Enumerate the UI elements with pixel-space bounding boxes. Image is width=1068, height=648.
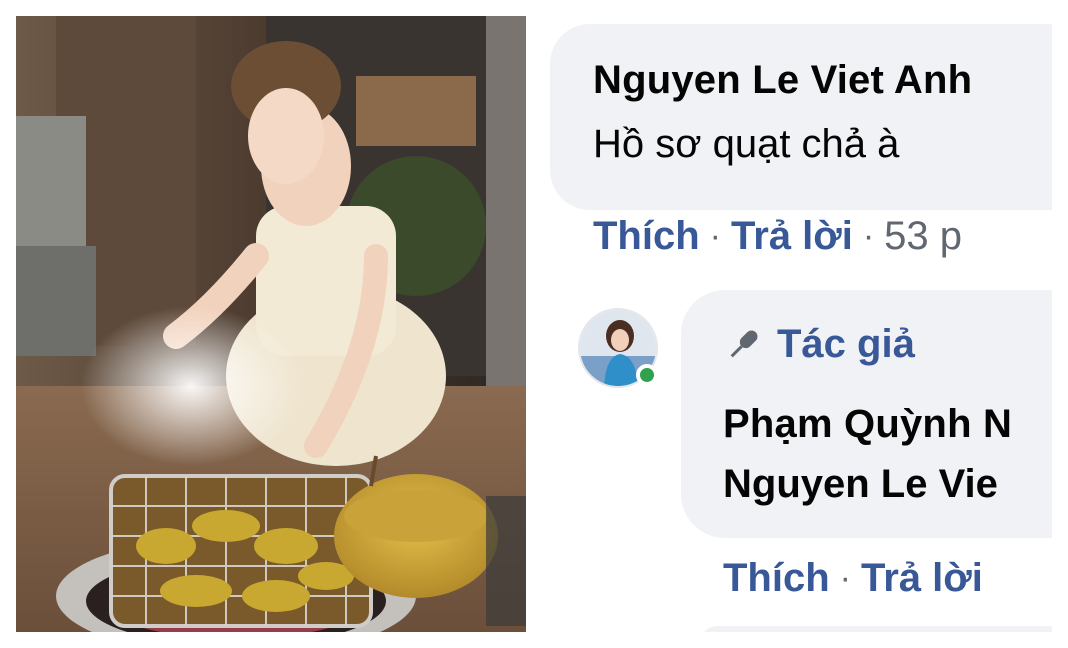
- comment-author-name[interactable]: Phạm Quỳnh N: [723, 402, 1012, 447]
- separator: ·: [839, 559, 851, 597]
- post-photo[interactable]: [16, 16, 526, 632]
- reply-button[interactable]: Trả lời: [861, 556, 983, 601]
- comment-thread: Nguyen Le Viet Anh Hồ sơ quạt chả à Thíc…: [548, 16, 1052, 632]
- comment-text[interactable]: Nguyen Le Vie: [723, 462, 998, 507]
- comment-timestamp[interactable]: 53 p: [884, 214, 962, 259]
- microphone-icon: [723, 325, 763, 365]
- comment-text: Hồ sơ quạt chả à: [593, 122, 900, 166]
- avatar[interactable]: [578, 308, 658, 388]
- author-badge: Tác giả: [723, 322, 915, 367]
- online-status-indicator: [636, 364, 658, 386]
- author-badge-label: Tác giả: [777, 322, 915, 366]
- comment-actions: Thích · Trả lời · 53 p: [593, 214, 962, 259]
- like-button[interactable]: Thích: [723, 556, 830, 601]
- like-button[interactable]: Thích: [593, 214, 700, 259]
- separator: ·: [862, 217, 875, 255]
- comment-actions: Thích · Trả lời: [723, 556, 983, 601]
- reply-button[interactable]: Trả lời: [731, 214, 853, 259]
- comment-bubble: [698, 626, 1052, 632]
- comment-bubble: [550, 24, 1052, 210]
- separator: ·: [709, 217, 721, 255]
- comment-author-name[interactable]: Nguyen Le Viet Anh: [593, 58, 972, 103]
